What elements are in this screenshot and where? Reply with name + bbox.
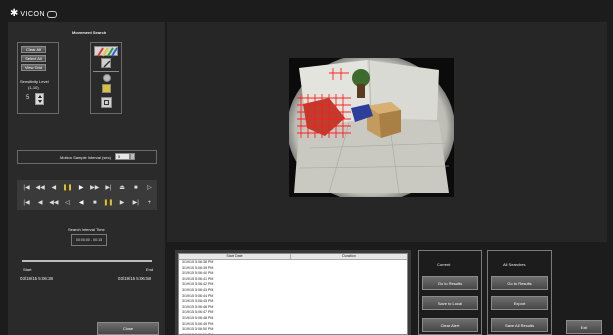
eject-button[interactable]: ⏏ (118, 183, 127, 192)
playback-row-1: |◀ ◀◀ ◀ ❚❚ ▶ ▶▶ ▶| ⏏ ■ ▷ (22, 183, 154, 192)
reverse-play-button[interactable]: ◀ (77, 198, 86, 207)
frame-end-button[interactable]: ▶| (131, 198, 140, 207)
results-rows: 3/19/15 5:06:38 PM 3/19/15 5:06:39 PM 3/19… (179, 260, 407, 334)
search-interval-title: Search Interval Time (68, 227, 105, 232)
arrow-up-icon[interactable] (37, 95, 42, 98)
pencils-svg (97, 47, 118, 57)
current-save-local-button[interactable]: Save to Local (422, 296, 478, 310)
camera-scene (289, 58, 454, 197)
highlight-icon[interactable] (102, 84, 111, 93)
frame-next-button[interactable]: ▶ (118, 198, 127, 207)
current-title: Current (437, 262, 451, 267)
clear-all-button[interactable]: Clear All (21, 46, 46, 53)
movement-search-title: Movement Search (72, 30, 107, 35)
camera-feed[interactable] (289, 58, 454, 197)
start-time: 03/19/15 5:06:38 (20, 276, 53, 281)
time-range-slider[interactable] (22, 260, 152, 262)
sensitivity-spinner[interactable] (35, 93, 44, 105)
frame-pause-button[interactable]: ❚❚ (103, 198, 113, 207)
interval-input[interactable]: 5 (115, 153, 130, 160)
start-label: Start (23, 267, 32, 272)
pause-button[interactable]: ❚❚ (62, 183, 72, 192)
all-export-button[interactable]: Export (491, 296, 548, 310)
logo-text: VICON (20, 10, 46, 18)
target-icon[interactable] (103, 74, 111, 82)
square-select-icon[interactable] (101, 97, 112, 108)
logo: ✱ VICON (10, 8, 58, 19)
tools-divider (93, 71, 119, 72)
interval-label: Motion Sample Interval (sec) (60, 155, 111, 160)
logo-asterisk-icon: ✱ (10, 8, 19, 19)
search-interval-value: 00:00:00 - 00:15 (75, 238, 103, 242)
select-all-button[interactable]: Select All (21, 55, 46, 62)
arrow-down-icon[interactable] (37, 100, 42, 103)
frame-rewind-button[interactable]: ◀◀ (49, 198, 58, 207)
all-searches-title: All Searches (503, 262, 526, 267)
rewind-button[interactable]: ◀◀ (36, 183, 45, 192)
end-time: 03/19/15 5:06:58 (118, 276, 151, 281)
frame-stop-button[interactable]: ■ (90, 198, 99, 207)
frame-prev-button[interactable]: ◁ (63, 198, 72, 207)
skip-end-button[interactable]: ▶| (104, 183, 113, 192)
pencil-svg (103, 60, 111, 68)
frame-back-button[interactable]: ◀ (36, 198, 45, 207)
sensitivity-value: 5 (26, 95, 30, 101)
header-duration[interactable]: Duration (291, 254, 407, 259)
logo-badge-icon (47, 10, 58, 18)
exit-button[interactable]: Exit (566, 320, 602, 334)
view-grid-button[interactable]: View Grid (21, 64, 46, 71)
sensitivity-sub-label: (1-10) (28, 85, 39, 90)
interval-spinner[interactable] (130, 153, 135, 160)
play-button[interactable]: ▶ (77, 183, 86, 192)
current-clear-alert-button[interactable]: Clear Alert (422, 318, 478, 332)
step-back-button[interactable]: ◀ (49, 183, 58, 192)
skip-start-button[interactable]: |◀ (22, 183, 31, 192)
frame-start-button[interactable]: |◀ (22, 198, 31, 207)
search-interval-box: 00:00:00 - 00:15 (71, 234, 107, 246)
square-inner (104, 100, 109, 105)
current-go-to-results-button[interactable]: Go to Results (422, 276, 478, 290)
close-button[interactable]: Close (97, 322, 159, 335)
pencil-tool-icon[interactable] (101, 58, 111, 68)
sensitivity-label: Sensitivity Level (20, 79, 49, 84)
all-save-results-button[interactable]: Save All Results (491, 318, 548, 332)
all-go-to-results-button[interactable]: Go to Results (491, 276, 548, 290)
zoom-in-button[interactable]: + (145, 198, 154, 207)
header-start-date[interactable]: Start Date (179, 254, 291, 259)
end-label: End (146, 267, 154, 272)
interval-value: 5 (118, 154, 121, 159)
play-outline-button[interactable]: ▷ (145, 183, 154, 192)
fast-forward-button[interactable]: ▶▶ (90, 183, 99, 192)
color-pencils-icon[interactable] (94, 46, 118, 57)
results-list[interactable]: Start Date Duration 3/19/15 5:06:38 PM 3/… (178, 253, 408, 335)
playback-row-2: |◀ ◀ ◀◀ ◁ ◀ ■ ❚❚ ▶ ▶| + (22, 198, 154, 207)
stop-button[interactable]: ■ (131, 183, 140, 192)
